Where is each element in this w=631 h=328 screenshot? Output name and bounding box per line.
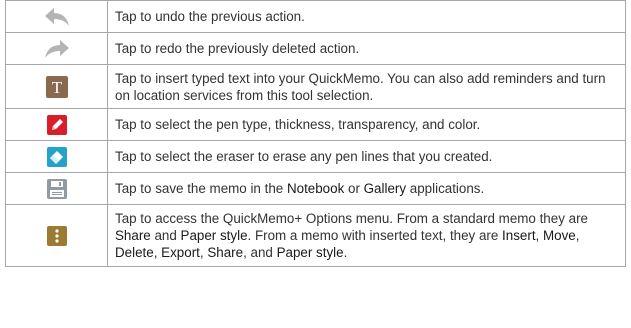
text-segment: , and (243, 245, 277, 260)
icon-cell (5, 32, 108, 65)
text-segment: , (535, 228, 543, 243)
ui-term: Paper style (276, 245, 344, 260)
undo-arrow-icon (44, 7, 70, 27)
description-cell: Tap to select the eraser to erase any pe… (107, 140, 626, 173)
text-segment: , (575, 228, 580, 243)
text-segment: Tap to save the memo in the (115, 181, 287, 196)
ui-term: Share (115, 228, 151, 243)
icon-cell: T (5, 64, 108, 109)
description-cell: Tap to undo the previous action. (107, 0, 626, 33)
icon-cell (5, 108, 108, 141)
text-segment: Tap to insert typed text into your Quick… (115, 70, 606, 103)
text-segment: Tap to select the pen type, thickness, t… (115, 117, 481, 132)
table-row: Tap to select the eraser to erase any pe… (5, 140, 626, 173)
text-segment: applications. (406, 181, 485, 196)
icon-cell (5, 0, 108, 33)
row-text: Tap to redo the previously deleted actio… (115, 41, 359, 56)
table-row: Tap to redo the previously deleted actio… (5, 32, 626, 65)
table-row: Tap to select the pen type, thickness, t… (5, 108, 626, 141)
table-row: Tap to access the QuickMemo+ Options men… (5, 204, 626, 267)
text-segment: Tap to select the eraser to erase any pe… (115, 149, 493, 164)
ui-term: Notebook (286, 181, 345, 196)
description-cell: Tap to save the memo in the Notebook or … (107, 172, 626, 205)
redo-arrow-icon (44, 39, 70, 59)
table-row: T Tap to insert typed text into your Qui… (5, 64, 626, 109)
row-text: Tap to undo the previous action. (115, 9, 305, 24)
icon-cell (5, 172, 108, 205)
eraser-tool-icon (46, 146, 67, 167)
table-row: Tap to undo the previous action. (5, 0, 626, 33)
text-tool-icon: T (45, 75, 68, 98)
text-segment: . (343, 245, 348, 260)
description-cell: Tap to select the pen type, thickness, t… (107, 108, 626, 141)
icon-cell (5, 140, 108, 173)
text-segment: Tap to redo the previously deleted actio… (115, 41, 360, 56)
text-segment: Tap to undo the previous action. (115, 9, 305, 24)
text-segment: and (150, 228, 181, 243)
row-text: Tap to select the pen type, thickness, t… (115, 117, 480, 132)
ui-term: Insert (502, 228, 536, 243)
ui-term: Delete (115, 245, 154, 260)
ui-term: Share (207, 245, 244, 260)
row-text: Tap to insert typed text into your Quick… (115, 71, 606, 103)
row-text: Tap to access the QuickMemo+ Options men… (115, 211, 588, 260)
svg-text:T: T (51, 78, 62, 97)
description-cell: Tap to insert typed text into your Quick… (107, 64, 626, 109)
pen-tool-icon (46, 114, 67, 135)
ui-term: Move (543, 228, 576, 243)
save-disk-icon (46, 178, 67, 199)
ui-term: Gallery (363, 181, 407, 196)
table-row: Tap to save the memo in the Notebook or … (5, 172, 626, 205)
description-cell: Tap to access the QuickMemo+ Options men… (107, 204, 626, 267)
text-segment: or (344, 181, 364, 196)
row-text: Tap to save the memo in the Notebook or … (115, 181, 484, 196)
text-segment: . From a memo with inserted text, they a… (247, 228, 503, 243)
ui-term: Paper style (180, 228, 248, 243)
options-menu-icon (46, 225, 67, 246)
icon-cell (5, 204, 108, 267)
row-text: Tap to select the eraser to erase any pe… (115, 149, 492, 164)
ui-term: Export (161, 245, 200, 260)
quickmemo-tools-table: Tap to undo the previous action. Tap to … (5, 0, 626, 267)
description-cell: Tap to redo the previously deleted actio… (107, 32, 626, 65)
text-segment: Tap to access the QuickMemo+ Options men… (115, 211, 588, 226)
